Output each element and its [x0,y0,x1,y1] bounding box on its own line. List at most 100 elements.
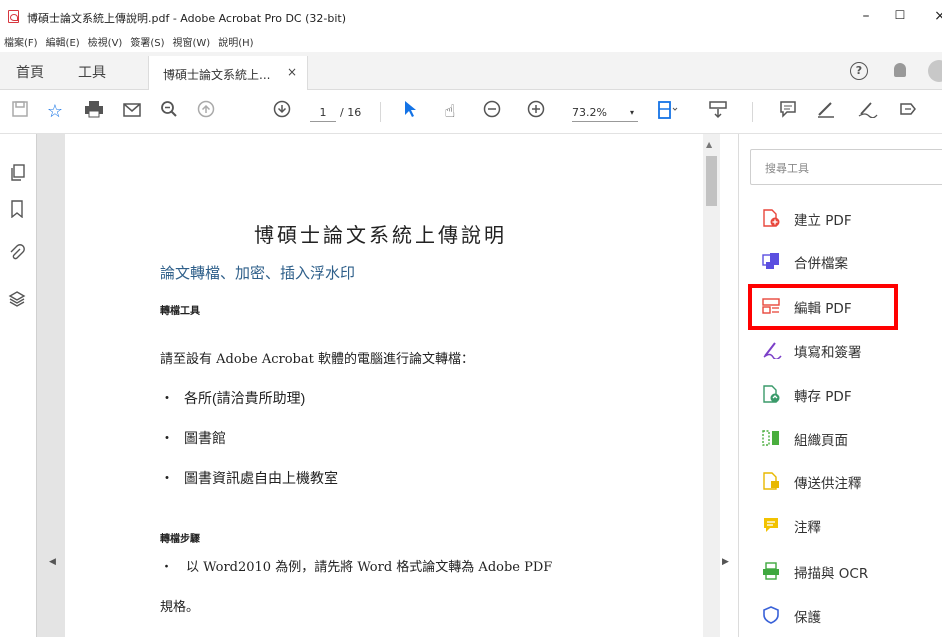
save-icon[interactable] [8,100,32,124]
tool-fill-sign[interactable]: 填寫和簽署 [762,335,942,365]
document-label-tools: 轉檔工具 [160,306,200,317]
highlight-pen-icon[interactable] [814,100,838,124]
scan-ocr-icon [762,562,780,580]
menu-file[interactable]: 檔案(F) [4,36,38,52]
document-section-heading: 論文轉檔、加密、插入浮水印 [160,264,356,282]
select-cursor-icon[interactable] [398,100,422,124]
zoom-level-select[interactable]: 73.2% ▾ [572,104,638,122]
tool-label: 保護 [794,610,821,626]
list-item: ・圖書資訊處自由上機教室 [160,468,338,488]
bookmarks-icon[interactable] [6,200,28,222]
document-paragraph: 請至設有 Adobe Acrobat 軟體的電腦進行論文轉檔： [160,352,474,367]
tool-label: 傳送供注釋 [794,476,862,492]
organize-pages-icon [762,429,780,447]
scroll-up-icon[interactable]: ▲ [706,140,712,149]
tool-label: 轉存 PDF [794,389,852,405]
tool-combine-files[interactable]: 合併檔案 [762,246,942,276]
hand-tool-icon[interactable]: ☝ [438,100,462,124]
tool-scan-ocr[interactable]: 掃描與 OCR [762,556,942,586]
tool-organize-pages[interactable]: 組織頁面 [762,423,942,453]
send-comments-icon [762,472,780,490]
document-label-steps: 轉檔步驟 [160,534,200,545]
window-title: 博碩士論文系統上傳說明.pdf - Adobe Acrobat Pro DC (… [27,12,347,25]
tool-protect[interactable]: 保護 [762,600,942,630]
list-item: ・圖書館 [160,428,226,448]
help-icon[interactable]: ? [850,62,868,80]
zoom-in-icon[interactable] [524,100,548,124]
menu-help[interactable]: 說明(H) [218,36,253,52]
search-tools-input[interactable]: 搜尋工具 [750,149,942,185]
toolbar-divider [752,102,753,122]
document-step: ・ 以 Word2010 為例，請先將 Word 格式論文轉為 Adobe PD… [160,560,553,575]
minimize-button[interactable]: – [856,8,876,24]
tool-label: 填寫和簽署 [794,345,862,361]
combine-files-icon [762,252,780,270]
toolbar: ☆ 1 / 16 ☝ 73.2% ▾ [0,90,942,134]
export-pdf-icon [762,385,780,403]
menu-edit[interactable]: 編輯(E) [46,36,80,52]
menu-view[interactable]: 檢視(V) [88,36,123,52]
menu-window[interactable]: 視窗(W) [173,36,211,52]
zoom-level-value: 73.2% [572,106,607,119]
tab-document[interactable]: 博碩士論文系統上... × [148,56,308,90]
acrobat-logo-icon [8,10,19,23]
layers-icon[interactable] [6,290,28,312]
maximize-button[interactable]: ☐ [890,8,910,22]
tool-send-for-comments[interactable]: 傳送供注釋 [762,466,942,496]
menu-bar: 檔案(F) 編輯(E) 檢視(V) 簽署(S) 視窗(W) 說明(H) [0,36,942,52]
toolbar-divider [380,102,381,122]
fit-page-icon[interactable] [656,100,680,124]
comment-icon [762,516,780,534]
tab-document-label: 博碩士論文系統上... [163,68,271,82]
sign-icon[interactable] [856,100,880,124]
chevron-down-icon: ▾ [629,108,634,117]
title-bar: 博碩士論文系統上傳說明.pdf - Adobe Acrobat Pro DC (… [0,0,942,36]
document-title: 博碩士論文系統上傳說明 [254,223,507,247]
list-item: ・各所(請洽貴所助理) [160,388,305,408]
tool-create-pdf[interactable]: 建立 PDF [762,203,942,233]
collapse-left-pane-icon[interactable]: ◀ [49,557,56,567]
tab-home[interactable]: 首頁 [16,62,44,82]
page-total: / 16 [340,106,362,119]
previous-page-icon[interactable] [194,100,218,124]
tab-tools[interactable]: 工具 [78,62,106,82]
stamp-icon[interactable] [896,100,920,124]
bullet: ・ [160,470,174,486]
email-icon[interactable] [120,100,144,124]
scrollbar-thumb[interactable] [706,156,717,206]
tool-export-pdf[interactable]: 轉存 PDF [762,379,942,409]
attachments-icon[interactable] [6,244,28,266]
tool-label: 建立 PDF [794,213,852,229]
close-button[interactable]: × [930,8,942,24]
list-item-text: 圖書館 [184,430,226,446]
vertical-scrollbar[interactable]: ▲ [703,134,720,637]
list-item-text: 各所(請洽貴所助理) [184,390,306,406]
left-navigation-rail [0,134,36,637]
tool-label: 合併檔案 [794,256,848,272]
notification-bell-icon[interactable] [894,63,906,77]
comment-toolbar-icon[interactable] [776,100,800,124]
tool-label: 注釋 [794,520,821,536]
create-pdf-icon [762,209,780,227]
page-number-input[interactable]: 1 [310,104,336,122]
tool-label: 掃描與 OCR [794,566,869,582]
next-page-icon[interactable] [270,100,294,124]
tool-comment[interactable]: 注釋 [762,510,942,540]
list-item-text: 圖書資訊處自由上機教室 [184,470,338,486]
red-highlight-box [748,284,898,330]
fill-sign-icon [762,341,782,360]
bullet: ・ [160,390,174,406]
page-thumbnails-icon[interactable] [6,164,28,186]
menu-sign[interactable]: 簽署(S) [130,36,164,52]
zoom-out-icon[interactable] [480,100,504,124]
tool-label: 組織頁面 [794,433,848,449]
document-step-continued: 規格。 [160,600,200,615]
tab-bar: 首頁 工具 博碩士論文系統上... × [0,52,942,90]
collapse-right-pane-icon[interactable]: ▶ [722,557,729,567]
scroll-mode-icon[interactable] [706,100,730,124]
zoom-search-icon[interactable] [157,100,181,124]
bookmark-star-icon[interactable]: ☆ [43,100,67,124]
bullet: ・ [160,430,174,446]
tab-close-icon[interactable]: × [287,65,297,79]
print-icon[interactable] [82,100,106,124]
